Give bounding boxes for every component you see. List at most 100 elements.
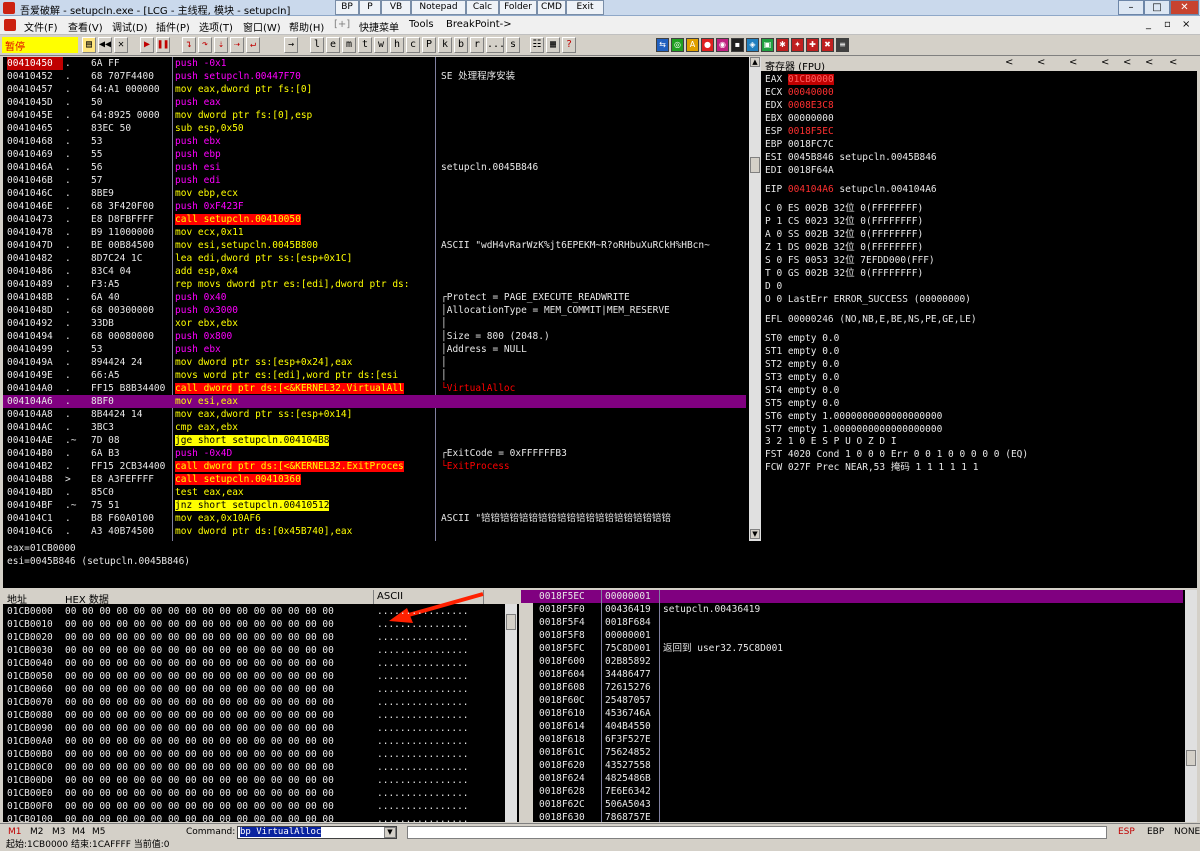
disasm-row[interactable]: 0041046E. 68 3F420F00 push 0xF423F xyxy=(3,200,746,213)
dump-row[interactable]: 01CB0030 00 00 00 00 00 00 00 00 00 00 00… xyxy=(3,644,503,657)
register-eax[interactable]: EAX 01CB0000 xyxy=(765,73,834,86)
stack-row[interactable]: 0018F5FC 75C8D001 返回到 user32.75C8D001 xyxy=(521,642,1183,655)
disasm-row[interactable]: 004104C6. A3 40B74500 mov dword ptr ds:[0x… xyxy=(3,525,746,538)
dump-col-hex[interactable]: HEX 数据 xyxy=(65,591,109,606)
plugin-5-icon[interactable]: ◉ xyxy=(716,38,729,52)
disasm-row[interactable]: 00410465. 83EC 50 sub esp,0x50 xyxy=(3,122,746,135)
disasm-scrollbar[interactable]: ▲ ▼ xyxy=(749,57,761,541)
register-value[interactable]: 004104A6 xyxy=(788,184,834,195)
disasm-row[interactable]: 004104B2. FF15 2CB34400 call dword ptr ds:… xyxy=(3,460,746,473)
dump-row[interactable]: 01CB0020 00 00 00 00 00 00 00 00 00 00 00… xyxy=(3,631,503,644)
restart-icon[interactable]: ◀◀ xyxy=(98,37,112,53)
tool-w-button[interactable]: w xyxy=(374,37,388,53)
tool-l-button[interactable]: l xyxy=(310,37,324,53)
menu-debug[interactable]: 调试(D) xyxy=(112,19,148,34)
register-value[interactable]: 0018F5EC xyxy=(788,126,834,137)
pause-icon[interactable]: ❚❚ xyxy=(156,37,170,53)
register-edx[interactable]: EDX 0008E3C8 xyxy=(765,99,834,112)
plugin-10-icon[interactable]: ✦ xyxy=(791,38,804,52)
registers-pane[interactable]: 寄存器 (FPU) < < < < < < < EAX 01CB0000 ECX… xyxy=(761,57,1197,588)
tool-b-button[interactable]: b xyxy=(454,37,468,53)
quick-bp-button[interactable]: BP xyxy=(335,0,359,15)
execute-till-return-icon[interactable]: ↵ xyxy=(246,37,260,53)
register-ecx[interactable]: ECX 00040000 xyxy=(765,86,834,99)
stack-row[interactable]: 0018F608 72615276 xyxy=(521,681,1183,694)
none-toggle[interactable]: NONE xyxy=(1174,827,1200,837)
disasm-row[interactable]: 00410452. 68 707F4400 push setupcln.00447F… xyxy=(3,70,746,83)
disasm-row[interactable]: 004104BD. 85C0 test eax,eax xyxy=(3,486,746,499)
disasm-row[interactable]: 00410499. 53 push ebx │Address = NULL xyxy=(3,343,746,356)
dump-row[interactable]: 01CB0050 00 00 00 00 00 00 00 00 00 00 00… xyxy=(3,670,503,683)
goto-icon[interactable]: → xyxy=(284,37,298,53)
stack-row[interactable]: 0018F62C 506A5043 xyxy=(521,798,1183,811)
maximize-button[interactable]: □ xyxy=(1144,0,1170,15)
plugin-11-icon[interactable]: ✚ xyxy=(806,38,819,52)
dump-row[interactable]: 01CB0070 00 00 00 00 00 00 00 00 00 00 00… xyxy=(3,696,503,709)
tool-s-button[interactable]: s xyxy=(506,37,520,53)
stack-row[interactable]: 0018F60C 25487057 xyxy=(521,694,1183,707)
stack-row[interactable]: 0018F624 4825486B xyxy=(521,772,1183,785)
dump-row[interactable]: 01CB0090 00 00 00 00 00 00 00 00 00 00 00… xyxy=(3,722,503,735)
plugin-3-icon[interactable]: A xyxy=(686,38,699,52)
disasm-row[interactable]: 0041049A. 894424 24 mov dword ptr ss:[esp+… xyxy=(3,356,746,369)
stack-row[interactable]: 0018F604 34486477 xyxy=(521,668,1183,681)
quick-exit-button[interactable]: Exit xyxy=(566,0,604,15)
plugin-1-icon[interactable]: ⇆ xyxy=(656,38,669,52)
reg-nav-3[interactable]: < xyxy=(1069,57,1077,68)
menu-breakpoint[interactable]: BreakPoint-> xyxy=(446,19,512,30)
register-value[interactable]: 0018FC7C xyxy=(788,139,834,150)
stack-row[interactable]: 0018F620 43527558 xyxy=(521,759,1183,772)
disasm-row[interactable]: 0041046A. 56 push esi setupcln.0045B846 xyxy=(3,161,746,174)
disasm-row[interactable]: 00410469. 55 push ebp xyxy=(3,148,746,161)
tool-t-button[interactable]: t xyxy=(358,37,372,53)
stack-row[interactable]: 0018F600 02B85892 xyxy=(521,655,1183,668)
mark-m1[interactable]: M1 xyxy=(8,827,22,837)
menu-options[interactable]: 选项(T) xyxy=(199,19,233,34)
register-esp[interactable]: ESP 0018F5EC xyxy=(765,125,834,138)
esp-toggle[interactable]: ESP xyxy=(1118,827,1135,837)
child-restore-button[interactable]: ▫ xyxy=(1164,19,1171,30)
command-input[interactable]: bp VirtualAlloc xyxy=(237,826,397,839)
menu-tools[interactable]: Tools xyxy=(409,19,434,30)
stack-row[interactable]: 0018F630 7868757E xyxy=(521,811,1183,822)
disasm-row[interactable]: 00410482. 8D7C24 1C lea edi,dword ptr ss:[… xyxy=(3,252,746,265)
register-value[interactable]: 0018F64A xyxy=(788,165,834,176)
disasm-row[interactable]: 004104C1. B8 F60A0100 mov eax,0x10AF6 ASCII… xyxy=(3,512,746,525)
dump-row[interactable]: 01CB0040 00 00 00 00 00 00 00 00 00 00 00… xyxy=(3,657,503,670)
help-icon[interactable]: ? xyxy=(562,37,576,53)
dump-scrollbar[interactable] xyxy=(505,604,517,822)
disasm-row[interactable]: 00410492. 33DB xor ebx,ebx │ xyxy=(3,317,746,330)
stack-row[interactable]: 0018F618 6F3F527E xyxy=(521,733,1183,746)
plugin-2-icon[interactable]: ◎ xyxy=(671,38,684,52)
disasm-row[interactable]: 004104AE .~ 7D 08 jge short setupcln.004104… xyxy=(3,434,746,447)
reg-nav-5[interactable]: < xyxy=(1123,57,1131,68)
disasm-row[interactable]: 00410489. F3:A5 rep movs dword ptr es:[edi… xyxy=(3,278,746,291)
disasm-row[interactable]: 00410494. 68 00080000 push 0x800 │Size = 80… xyxy=(3,330,746,343)
plugin-13-icon[interactable]: ≡ xyxy=(836,38,849,52)
tool-dots-button[interactable]: ... xyxy=(486,37,505,53)
stack-row[interactable]: 0018F5EC 00000001 xyxy=(521,590,1183,603)
disasm-row[interactable]: 0041048B. 6A 40 push 0x40 ┌Protect = PAGE_E… xyxy=(3,291,746,304)
plugin-9-icon[interactable]: ✱ xyxy=(776,38,789,52)
stack-row[interactable]: 0018F610 4536746A xyxy=(521,707,1183,720)
stack-row[interactable]: 0018F5F8 00000001 xyxy=(521,629,1183,642)
mark-m5[interactable]: M5 xyxy=(92,827,106,837)
close-process-icon[interactable]: ✕ xyxy=(114,37,128,53)
trace-over-icon[interactable]: ⇢ xyxy=(230,37,244,53)
open-icon[interactable]: ▤ xyxy=(82,37,96,53)
dump-row[interactable]: 01CB00D0 00 00 00 00 00 00 00 00 00 00 00… xyxy=(3,774,503,787)
stack-scrollbar[interactable] xyxy=(1185,590,1197,822)
mark-m3[interactable]: M3 xyxy=(52,827,66,837)
dump-col-address[interactable]: 地址 xyxy=(7,591,27,606)
dump-row[interactable]: 01CB0000 00 00 00 00 00 00 00 00 00 00 00… xyxy=(3,605,503,618)
menu-help[interactable]: 帮助(H) xyxy=(289,19,324,34)
register-ebx[interactable]: EBX 00000000 xyxy=(765,112,834,125)
dump-row[interactable]: 01CB00A0 00 00 00 00 00 00 00 00 00 00 00… xyxy=(3,735,503,748)
child-minimize-button[interactable]: _ xyxy=(1146,19,1151,30)
disasm-row[interactable]: 00410473. E8 D8FBFFFF call setupcln.004100… xyxy=(3,213,746,226)
disasm-row[interactable]: 0041047D. BE 00B84500 mov esi,setupcln.004… xyxy=(3,239,746,252)
register-value[interactable]: 00040000 xyxy=(788,87,834,98)
mark-m4[interactable]: M4 xyxy=(72,827,86,837)
tool-h-button[interactable]: h xyxy=(390,37,404,53)
quick-p-button[interactable]: P xyxy=(359,0,381,15)
